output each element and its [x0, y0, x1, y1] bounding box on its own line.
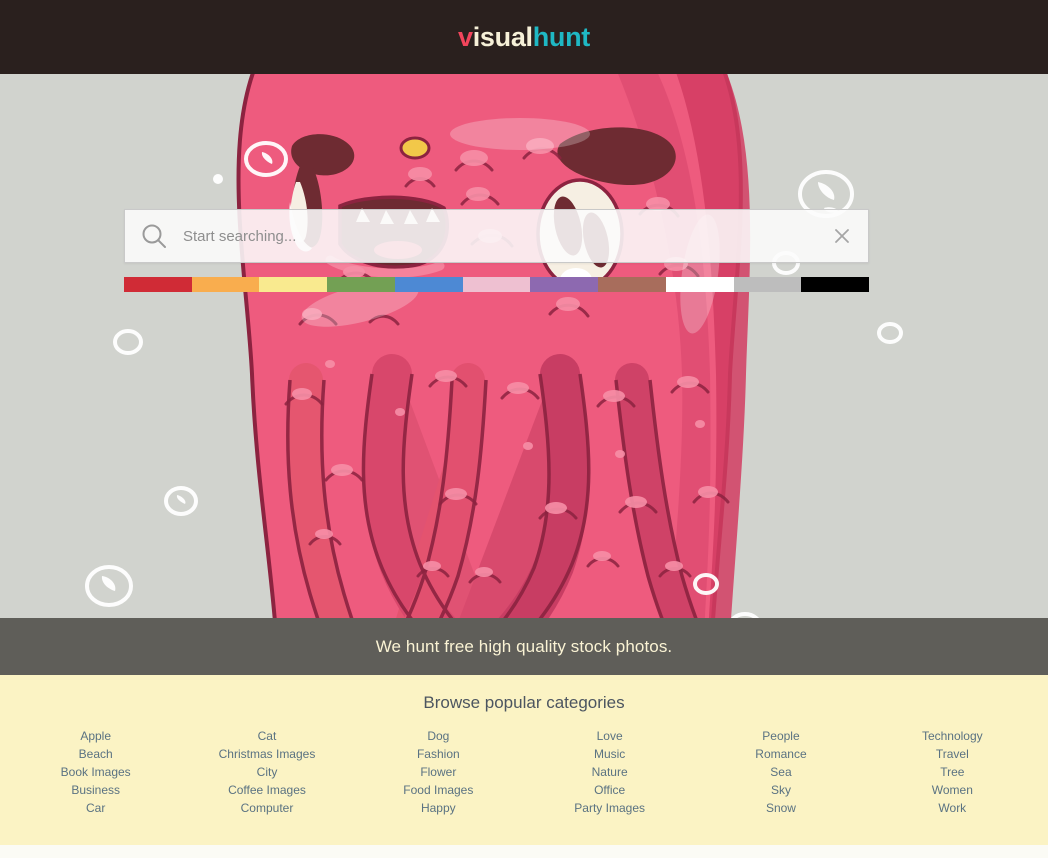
category-link-music[interactable]: Music — [524, 745, 695, 763]
magnifier-icon — [125, 210, 183, 262]
categories-column-4: Love Music Nature Office Party Images — [524, 727, 695, 817]
category-link-happy[interactable]: Happy — [353, 799, 524, 817]
page-root: visualhunt Start searching... We hunt fr… — [0, 0, 1048, 858]
categories-column-5: People Romance Sea Sky Snow — [695, 727, 866, 817]
category-link-snow[interactable]: Snow — [695, 799, 866, 817]
logo-part-hunt: hunt — [532, 21, 591, 52]
category-link-tree[interactable]: Tree — [867, 763, 1038, 781]
site-logo[interactable]: visualhunt — [458, 22, 590, 53]
logo-part-isual: isual — [472, 21, 533, 52]
site-header: visualhunt — [0, 0, 1048, 74]
categories-columns: Apple Beach Book Images Business Car Cat Chris… — [0, 727, 1048, 817]
search-input[interactable] — [183, 210, 816, 262]
category-link-romance[interactable]: Romance — [695, 745, 866, 763]
swatch-black[interactable] — [801, 277, 870, 292]
logo-part-v: v — [457, 21, 473, 52]
category-link-work[interactable]: Work — [867, 799, 1038, 817]
tagline-bar: We hunt free high quality stock photos. — [0, 618, 1048, 675]
category-link-book-images[interactable]: Book Images — [10, 763, 181, 781]
footer-strip — [0, 845, 1048, 858]
categories-column-3: Dog Fashion Flower Food Images Happy — [353, 727, 524, 817]
category-link-technology[interactable]: Technology — [867, 727, 1038, 745]
category-link-cat[interactable]: Cat — [181, 727, 352, 745]
hero-section — [0, 74, 1048, 618]
swatch-green[interactable] — [327, 277, 395, 292]
categories-heading: Browse popular categories — [423, 693, 625, 712]
swatch-pink[interactable] — [462, 277, 531, 292]
swatch-blue[interactable] — [394, 277, 463, 292]
category-link-fashion[interactable]: Fashion — [353, 745, 524, 763]
color-filter-swatches — [124, 277, 870, 292]
category-link-women[interactable]: Women — [867, 781, 1038, 799]
swatch-purple[interactable] — [530, 277, 599, 292]
category-link-christmas-images[interactable]: Christmas Images — [181, 745, 352, 763]
category-link-beach[interactable]: Beach — [10, 745, 181, 763]
category-link-sky[interactable]: Sky — [695, 781, 866, 799]
category-link-apple[interactable]: Apple — [10, 727, 181, 745]
swatch-orange[interactable] — [191, 277, 260, 292]
category-link-people[interactable]: People — [695, 727, 866, 745]
categories-column-2: Cat Christmas Images City Coffee Images Comp… — [181, 727, 352, 817]
swatch-gray[interactable] — [733, 277, 802, 292]
category-link-party-images[interactable]: Party Images — [524, 799, 695, 817]
popular-categories-section: Browse popular categories Apple Beach Book… — [0, 675, 1048, 845]
category-link-nature[interactable]: Nature — [524, 763, 695, 781]
category-link-business[interactable]: Business — [10, 781, 181, 799]
category-link-coffee-images[interactable]: Coffee Images — [181, 781, 352, 799]
categories-column-6: Technology Travel Tree Women Work — [867, 727, 1038, 817]
search-box[interactable] — [124, 209, 869, 263]
category-link-dog[interactable]: Dog — [353, 727, 524, 745]
category-link-flower[interactable]: Flower — [353, 763, 524, 781]
close-x-icon[interactable] — [816, 210, 868, 262]
category-link-travel[interactable]: Travel — [867, 745, 1038, 763]
swatch-yellow[interactable] — [259, 277, 328, 292]
category-link-office[interactable]: Office — [524, 781, 695, 799]
category-link-sea[interactable]: Sea — [695, 763, 866, 781]
category-link-food-images[interactable]: Food Images — [353, 781, 524, 799]
swatch-red[interactable] — [124, 277, 192, 292]
category-link-love[interactable]: Love — [524, 727, 695, 745]
category-link-computer[interactable]: Computer — [181, 799, 352, 817]
category-link-car[interactable]: Car — [10, 799, 181, 817]
pink-monster-illustration — [0, 74, 1048, 618]
swatch-brown[interactable] — [598, 277, 666, 292]
categories-column-1: Apple Beach Book Images Business Car — [10, 727, 181, 817]
category-link-city[interactable]: City — [181, 763, 352, 781]
swatch-white[interactable] — [665, 277, 734, 292]
search-bar — [124, 209, 869, 263]
tagline-text: We hunt free high quality stock photos. — [375, 636, 673, 656]
